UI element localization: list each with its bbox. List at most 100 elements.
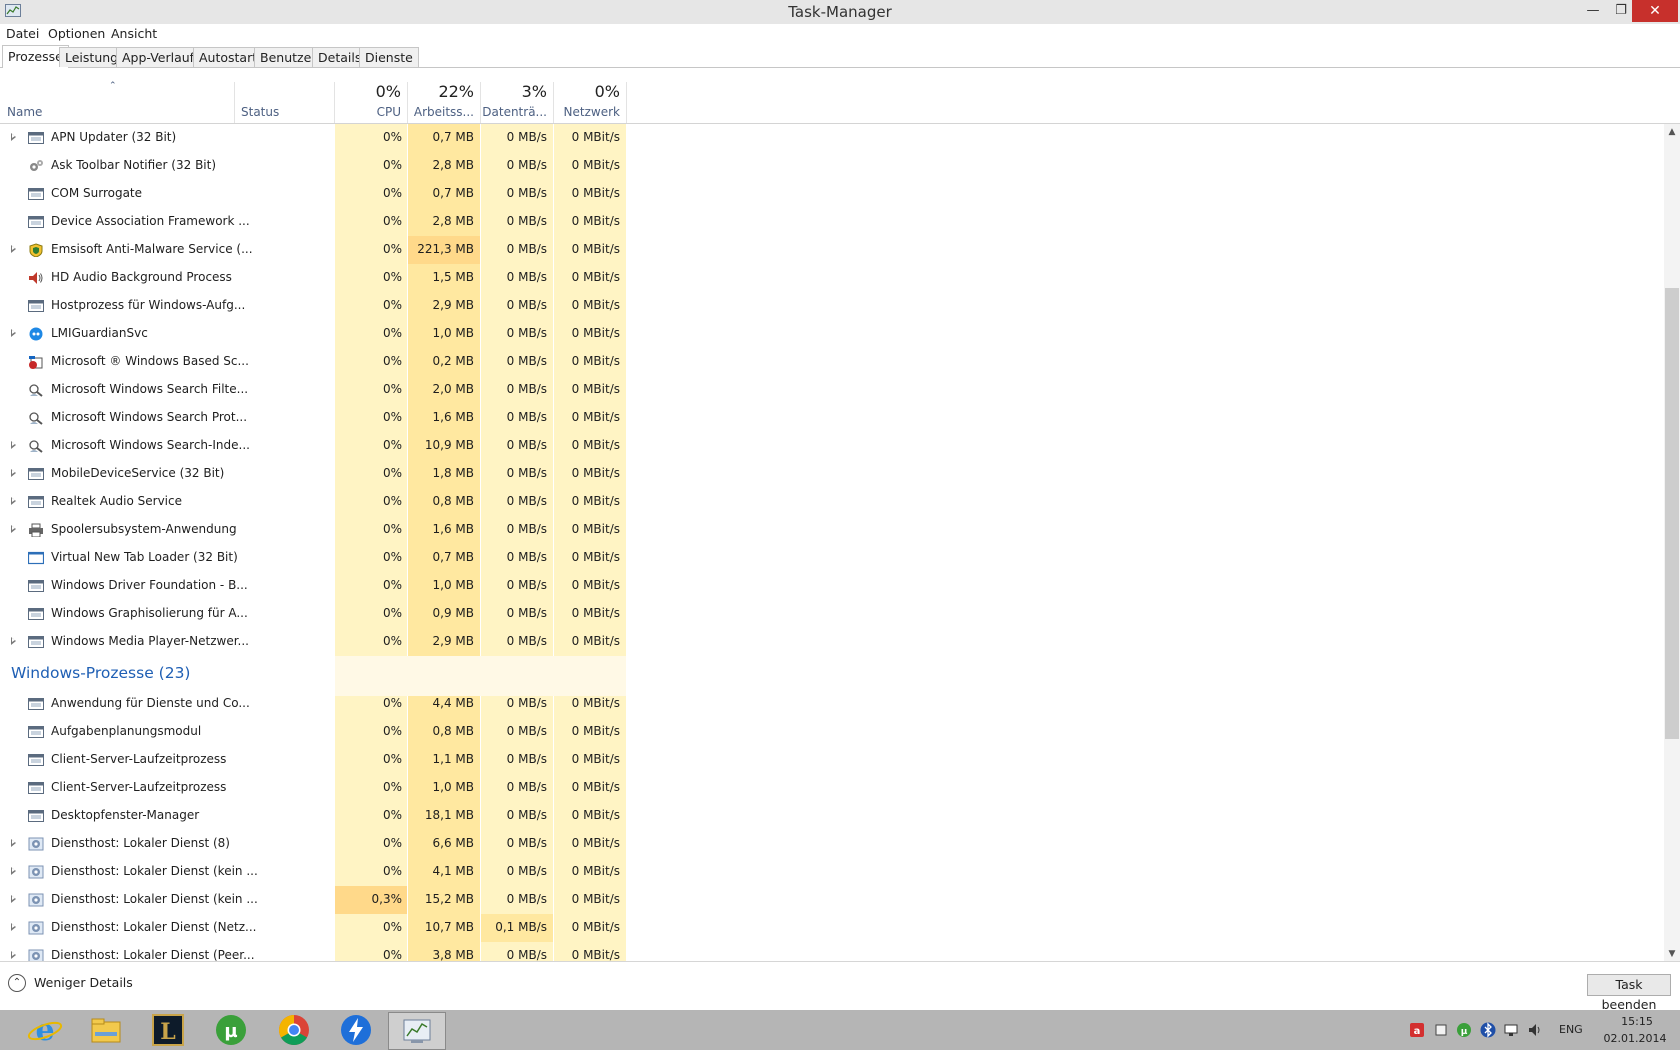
network-value: 0 MBit/s: [571, 578, 620, 592]
table-row[interactable]: Windows Media Player-Netzwer... 0% 2,9 MB 0…: [0, 628, 1664, 656]
network-value: 0 MBit/s: [571, 298, 620, 312]
column-disk[interactable]: 3% Datenträ...: [481, 68, 553, 123]
table-row[interactable]: Microsoft Windows Search Filte... 0% 2,0 M…: [0, 376, 1664, 404]
menu-datei[interactable]: Datei: [6, 26, 39, 41]
process-list[interactable]: Windows-Prozesse (23) APN Updater (32 Bi…: [0, 124, 1664, 961]
table-row[interactable]: Microsoft Windows Search-Inde... 0% 10,9 M…: [0, 432, 1664, 460]
restore-button[interactable]: ❐: [1607, 0, 1635, 22]
bluetooth-icon[interactable]: [1480, 1022, 1496, 1038]
table-row[interactable]: Windows Driver Foundation - B... 0% 1,0 MB…: [0, 572, 1664, 600]
task-manager-icon[interactable]: [388, 1012, 446, 1050]
process-name: Diensthost: Lokaler Dienst (Peer...: [51, 948, 255, 961]
cpu-value: 0%: [382, 522, 402, 536]
search-person-icon: [29, 440, 43, 453]
fewer-details-link[interactable]: Weniger Details: [34, 975, 133, 990]
tab-leistung[interactable]: Leistung: [59, 47, 125, 67]
window-icon: [28, 754, 44, 766]
disk-value: 0 MB/s: [506, 578, 547, 592]
chrome-icon[interactable]: [266, 1012, 322, 1048]
table-row[interactable]: Windows Graphisolierung für A... 0% 0,9 MB…: [0, 600, 1664, 628]
table-row[interactable]: Desktopfenster-Manager 0% 18,1 MB 0 MB/s 0 M…: [0, 802, 1664, 830]
column-memory[interactable]: 22% Arbeitss...: [408, 68, 480, 123]
network-value: 0 MBit/s: [571, 466, 620, 480]
chevron-up-icon[interactable]: ⌃: [8, 974, 26, 992]
disk-value: 0 MB/s: [506, 752, 547, 766]
end-task-button[interactable]: Task beenden: [1587, 974, 1671, 1012]
column-cpu[interactable]: 0% CPU: [335, 68, 407, 123]
internet-explorer-icon[interactable]: e: [17, 1012, 73, 1048]
svg-text:µ: µ: [1461, 1027, 1468, 1037]
window-icon: [28, 726, 44, 738]
process-name: LMIGuardianSvc: [51, 326, 148, 340]
scroll-up-icon[interactable]: ▲: [1664, 127, 1680, 137]
memory-value: 0,7 MB: [432, 550, 474, 564]
utorrent-icon[interactable]: µ: [203, 1012, 259, 1048]
table-row[interactable]: Client-Server-Laufzeitprozess 0% 1,1 MB 0 M…: [0, 746, 1664, 774]
column-network[interactable]: 0% Netzwerk: [554, 68, 626, 123]
disk-value: 0 MB/s: [506, 382, 547, 396]
memory-value: 2,8 MB: [432, 158, 474, 172]
volume-icon[interactable]: [1527, 1022, 1543, 1038]
network-value: 0 MBit/s: [571, 696, 620, 710]
scrollbar-thumb[interactable]: [1665, 288, 1679, 739]
utorrent-tray-icon[interactable]: µ: [1456, 1022, 1472, 1038]
table-row[interactable]: Ask Toolbar Notifier (32 Bit) 0% 2,8 MB 0 M…: [0, 152, 1664, 180]
minimize-button[interactable]: —: [1579, 0, 1607, 22]
tab-app-verlauf[interactable]: App-Verlauf: [116, 47, 201, 67]
disk-value: 0 MB/s: [506, 634, 547, 648]
clock-time[interactable]: 15:15: [1612, 1015, 1662, 1028]
table-row[interactable]: Diensthost: Lokaler Dienst (Netz... 0% 10,…: [0, 914, 1664, 942]
table-row[interactable]: COM Surrogate 0% 0,7 MB 0 MB/s 0 MBit/s: [0, 180, 1664, 208]
table-row[interactable]: Realtek Audio Service 0% 0,8 MB 0 MB/s 0 MBi…: [0, 488, 1664, 516]
disk-value: 0 MB/s: [506, 214, 547, 228]
scroll-down-icon[interactable]: ▼: [1664, 949, 1680, 959]
table-row[interactable]: Diensthost: Lokaler Dienst (Peer... 0% 3,8…: [0, 942, 1664, 961]
menu-ansicht[interactable]: Ansicht: [111, 26, 157, 41]
league-of-legends-icon[interactable]: L: [140, 1012, 196, 1048]
cpu-value: 0%: [382, 948, 402, 961]
antivirus-icon[interactable]: a: [1409, 1022, 1425, 1038]
gear-icon: [28, 837, 44, 851]
network-value: 0 MBit/s: [571, 522, 620, 536]
table-row[interactable]: Client-Server-Laufzeitprozess 0% 1,0 MB 0 M…: [0, 774, 1664, 802]
table-row[interactable]: Spoolersubsystem-Anwendung 0% 1,6 MB 0 MB/s…: [0, 516, 1664, 544]
language-indicator[interactable]: ENG: [1559, 1023, 1583, 1036]
table-row[interactable]: MobileDeviceService (32 Bit) 0% 1,8 MB 0 MB…: [0, 460, 1664, 488]
tab-autostart[interactable]: Autostart: [193, 47, 264, 67]
network-value: 0 MBit/s: [571, 948, 620, 961]
column-status[interactable]: Status: [235, 68, 334, 123]
expand-arrow-fill: [12, 134, 15, 138]
notification-icon[interactable]: [1433, 1022, 1449, 1038]
table-row[interactable]: Microsoft ® Windows Based Sc... 0% 0,2 MB 0…: [0, 348, 1664, 376]
table-row[interactable]: Hostprozess für Windows-Aufg... 0% 2,9 MB 0…: [0, 292, 1664, 320]
thunder-icon[interactable]: [328, 1012, 384, 1048]
table-row[interactable]: Anwendung für Dienste und Co... 0% 4,4 MB 0…: [0, 690, 1664, 718]
table-row[interactable]: HD Audio Background Process 0% 1,5 MB 0 MB/…: [0, 264, 1664, 292]
clock-date[interactable]: 02.01.2014: [1600, 1032, 1670, 1045]
table-row[interactable]: Aufgabenplanungsmodul 0% 0,8 MB 0 MB/s 0 MBi…: [0, 718, 1664, 746]
table-row[interactable]: APN Updater (32 Bit) 0% 0,7 MB 0 MB/s 0 MBit…: [0, 124, 1664, 152]
svg-text:µ: µ: [224, 1021, 237, 1042]
table-row[interactable]: Emsisoft Anti-Malware Service (... 0% 221,…: [0, 236, 1664, 264]
table-row[interactable]: Diensthost: Lokaler Dienst (kein ... 0,3%…: [0, 886, 1664, 914]
table-row[interactable]: Diensthost: Lokaler Dienst (8) 0% 6,6 MB 0 …: [0, 830, 1664, 858]
menu-optionen[interactable]: Optionen: [48, 26, 105, 41]
expand-arrow-fill: [12, 246, 15, 250]
group-header-windows-processes[interactable]: Windows-Prozesse (23): [11, 664, 190, 682]
expand-arrow-fill: [12, 840, 15, 844]
table-row[interactable]: Device Association Framework ... 0% 2,8 MB…: [0, 208, 1664, 236]
tab-dienste[interactable]: Dienste: [359, 47, 419, 67]
file-explorer-icon[interactable]: [78, 1012, 134, 1048]
expand-arrow-fill: [12, 526, 15, 530]
table-row[interactable]: Diensthost: Lokaler Dienst (kein ... 0% 4,…: [0, 858, 1664, 886]
memory-value: 1,0 MB: [432, 780, 474, 794]
window-icon: [28, 132, 44, 144]
table-row[interactable]: Microsoft Windows Search Prot... 0% 1,6 MB…: [0, 404, 1664, 432]
close-button[interactable]: ✕: [1632, 0, 1678, 22]
window-icon: [28, 782, 44, 794]
vertical-scrollbar[interactable]: ▲ ▼: [1664, 124, 1680, 961]
network-icon[interactable]: [1503, 1022, 1519, 1038]
table-row[interactable]: LMIGuardianSvc 0% 1,0 MB 0 MB/s 0 MBit/s: [0, 320, 1664, 348]
table-row[interactable]: Virtual New Tab Loader (32 Bit) 0% 0,7 MB 0…: [0, 544, 1664, 572]
column-name[interactable]: ⌃ Name: [0, 68, 234, 123]
